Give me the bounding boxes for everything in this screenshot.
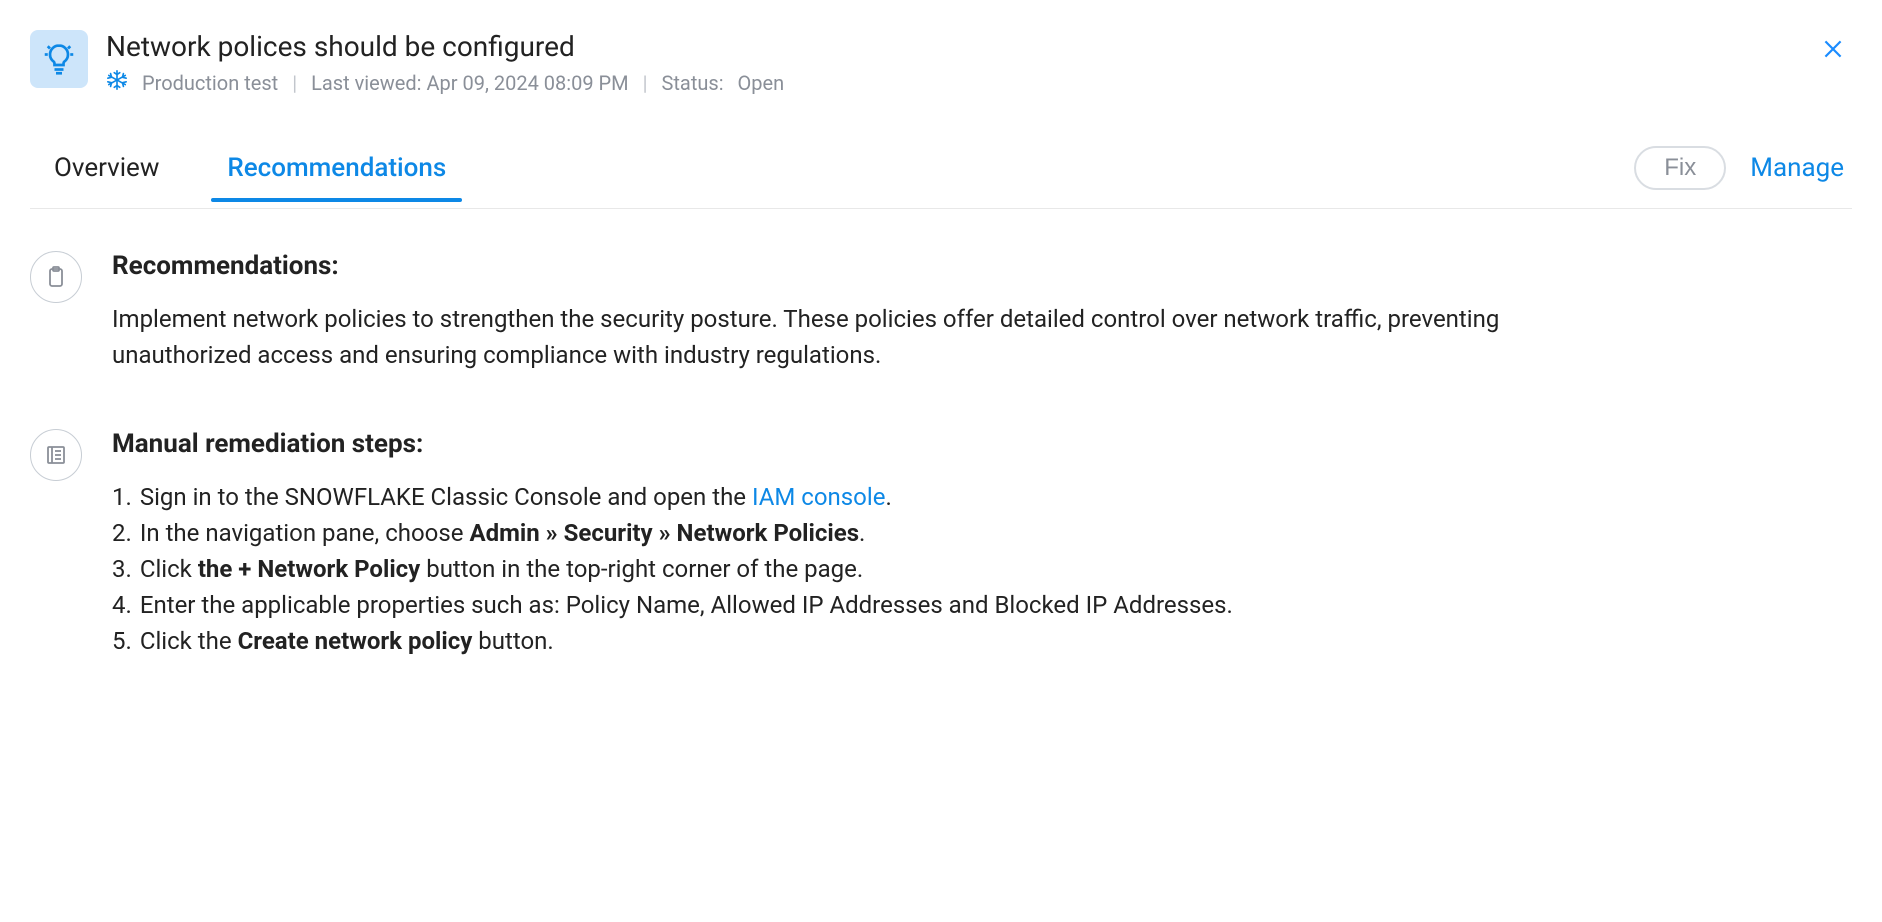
step-text-frag: button in the top-right corner of the pa… <box>420 555 863 583</box>
step-text: Click the + Network Policy button in the… <box>140 551 863 587</box>
step-text-frag: Click the <box>140 627 238 655</box>
recommendations-section: Recommendations: Implement network polic… <box>30 251 1852 373</box>
remediation-body: Manual remediation steps: 1. Sign in to … <box>112 429 1532 659</box>
recommendations-text: Implement network policies to strengthen… <box>112 301 1532 373</box>
remediation-steps: 1. Sign in to the SNOWFLAKE Classic Cons… <box>112 479 1532 659</box>
step-text-frag: . <box>859 519 865 547</box>
iam-console-link[interactable]: IAM console <box>752 483 885 511</box>
meta-separator: | <box>292 71 297 95</box>
step-text-frag: Click <box>140 555 198 583</box>
clipboard-icon <box>30 251 82 303</box>
status-label: Status: <box>662 71 724 95</box>
step-number: 4. <box>112 587 132 623</box>
step-text: Sign in to the SNOWFLAKE Classic Console… <box>140 479 892 515</box>
snowflake-icon <box>106 69 128 96</box>
step-text: Enter the applicable properties such as:… <box>140 587 1233 623</box>
meta-separator: | <box>643 71 648 95</box>
step-text-bold: the + Network Policy <box>198 555 420 583</box>
step-number: 3. <box>112 551 132 587</box>
step-number: 1. <box>112 479 132 515</box>
step-2: 2. In the navigation pane, choose Admin … <box>112 515 1532 551</box>
step-text: Click the Create network policy button. <box>140 623 554 659</box>
content: Recommendations: Implement network polic… <box>30 209 1852 659</box>
step-number: 2. <box>112 515 132 551</box>
header: Network polices should be configured <box>30 30 1852 96</box>
step-text-frag: button. <box>472 627 553 655</box>
step-3: 3. Click the + Network Policy button in … <box>112 551 1532 587</box>
close-button[interactable] <box>1820 36 1846 66</box>
tabs-row: Overview Recommendations Fix Manage <box>30 146 1852 209</box>
step-text-frag: Sign in to the SNOWFLAKE Classic Console… <box>140 483 752 511</box>
step-5: 5. Click the Create network policy butto… <box>112 623 1532 659</box>
header-texts: Network polices should be configured <box>106 30 1852 96</box>
manage-link[interactable]: Manage <box>1750 153 1844 183</box>
step-text-frag: . <box>885 483 891 511</box>
recommendations-title: Recommendations: <box>112 251 1532 281</box>
step-1: 1. Sign in to the SNOWFLAKE Classic Cons… <box>112 479 1532 515</box>
step-text-bold: Admin » Security » Network Policies <box>469 519 859 547</box>
recommendations-body: Recommendations: Implement network polic… <box>112 251 1532 373</box>
step-text: In the navigation pane, choose Admin » S… <box>140 515 866 551</box>
tabs-actions: Fix Manage <box>1634 146 1852 208</box>
tab-overview[interactable]: Overview <box>44 153 169 201</box>
tab-recommendations[interactable]: Recommendations <box>217 153 456 201</box>
fix-button[interactable]: Fix <box>1634 146 1726 190</box>
page-title: Network polices should be configured <box>106 30 1852 63</box>
status-value: Open <box>738 71 785 95</box>
step-4: 4. Enter the applicable properties such … <box>112 587 1532 623</box>
remediation-title: Manual remediation steps: <box>112 429 1532 459</box>
lightbulb-icon <box>30 30 88 88</box>
remediation-section: Manual remediation steps: 1. Sign in to … <box>30 429 1852 659</box>
tabs: Overview Recommendations <box>30 153 456 201</box>
step-text-bold: Create network policy <box>238 627 473 655</box>
meta-row: Production test | Last viewed: Apr 09, 2… <box>106 69 1852 96</box>
steps-icon <box>30 429 82 481</box>
step-text-frag: In the navigation pane, choose <box>140 519 470 547</box>
environment-label: Production test <box>142 71 278 95</box>
step-number: 5. <box>112 623 132 659</box>
last-viewed-label: Last viewed: Apr 09, 2024 08:09 PM <box>311 71 629 95</box>
